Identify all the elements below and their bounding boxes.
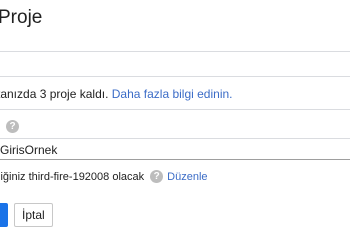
project-name-input[interactable] — [0, 140, 350, 160]
header-divider — [0, 51, 350, 52]
quota-info-text: tanızda 3 proje kaldı. Daha fazla bilgi … — [0, 87, 233, 101]
help-icon[interactable]: ? — [150, 170, 164, 183]
project-id-text: liğiniz third-fire-192008 olacak — [0, 170, 145, 183]
edit-project-id-link[interactable]: Düzenle — [167, 171, 207, 183]
cancel-button[interactable]: İptal — [14, 203, 53, 227]
project-id-line: liğiniz third-fire-192008 olacak ? Düzen… — [0, 170, 208, 183]
quota-message: tanızda 3 proje kaldı. — [0, 87, 112, 101]
page-title: Proje — [0, 7, 43, 28]
help-icon[interactable]: ? — [6, 120, 19, 133]
learn-more-link[interactable]: Daha fazla bilgi edinin. — [112, 87, 233, 101]
quota-info-box: tanızda 3 proje kaldı. Daha fazla bilgi … — [0, 76, 350, 110]
new-project-page: Proje tanızda 3 proje kaldı. Daha fazla … — [0, 0, 350, 244]
field-divider — [0, 138, 350, 139]
create-button[interactable] — [0, 203, 8, 227]
